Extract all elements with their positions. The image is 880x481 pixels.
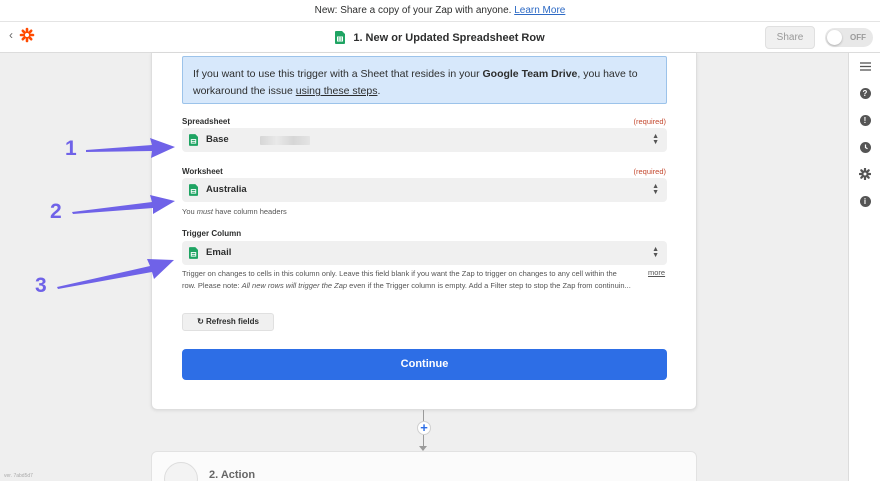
spreadsheet-value: Base bbox=[206, 134, 229, 145]
trigger-help-emphasis: All new rows will trigger the Zap bbox=[241, 281, 348, 290]
select-caret-icon: ▲ ▼ bbox=[652, 183, 659, 196]
help-icon[interactable]: ? bbox=[858, 86, 872, 100]
step-title-text: 1. New or Updated Spreadsheet Row bbox=[353, 31, 545, 44]
worksheet-select[interactable]: Australia ▲ ▼ bbox=[182, 178, 667, 202]
more-link[interactable]: more bbox=[648, 268, 665, 277]
trigger-help-line1: Trigger on changes to cells in this colu… bbox=[182, 269, 617, 278]
trigger-help-line2-after: even if the Trigger column is empty. Add… bbox=[347, 281, 631, 290]
trigger-step-card: If you want to use this trigger with a S… bbox=[151, 53, 697, 410]
gear-icon[interactable] bbox=[858, 167, 872, 181]
info-icon[interactable]: i bbox=[858, 194, 872, 208]
spreadsheet-label: Spreadsheet bbox=[182, 117, 231, 126]
zapier-logo-icon[interactable] bbox=[19, 27, 35, 43]
alert-icon[interactable]: ! bbox=[858, 113, 872, 127]
google-sheets-icon bbox=[189, 184, 198, 196]
worksheet-required: (required) bbox=[633, 167, 666, 176]
worksheet-help-emphasis: must bbox=[196, 207, 214, 216]
clock-icon[interactable] bbox=[858, 140, 872, 154]
annotation-number-2: 2 bbox=[50, 200, 62, 223]
share-button[interactable]: Share bbox=[765, 26, 815, 49]
trigger-help-line2: row. Please note: bbox=[182, 281, 242, 290]
continue-button[interactable]: Continue bbox=[182, 349, 667, 380]
team-drive-info-box: If you want to use this trigger with a S… bbox=[182, 56, 667, 104]
redacted-text bbox=[260, 136, 310, 145]
step-title: 1. New or Updated Spreadsheet Row bbox=[0, 22, 880, 53]
google-sheets-icon bbox=[335, 31, 346, 44]
refresh-fields-label: Refresh fields bbox=[206, 317, 259, 326]
info-text: If you want to use this trigger with a S… bbox=[193, 68, 483, 80]
refresh-fields-button[interactable]: ↻ Refresh fields bbox=[182, 313, 274, 331]
action-step-title: 2. Action bbox=[209, 469, 256, 481]
worksheet-help-text: You must have column headers bbox=[182, 206, 287, 218]
trigger-column-help-text: Trigger on changes to cells in this colu… bbox=[182, 268, 637, 292]
editor-topbar: ‹ 1. New or Updated Spreadsheet Row Shar… bbox=[0, 22, 880, 53]
refresh-icon: ↻ bbox=[197, 317, 204, 326]
google-sheets-icon bbox=[189, 134, 198, 146]
info-bold-text: Google Team Drive bbox=[482, 68, 578, 80]
right-sidebar: ? ! i bbox=[848, 53, 880, 481]
spreadsheet-required: (required) bbox=[633, 117, 666, 126]
spreadsheet-select[interactable]: Base ▲ ▼ bbox=[182, 128, 667, 152]
select-caret-icon: ▲ ▼ bbox=[652, 246, 659, 259]
version-label: ver. 7abd5d7 bbox=[4, 473, 33, 479]
annotation-number-3: 3 bbox=[35, 274, 47, 297]
info-end: . bbox=[377, 85, 381, 97]
learn-more-link[interactable]: Learn More bbox=[514, 5, 565, 16]
toggle-knob bbox=[827, 30, 842, 45]
worksheet-value: Australia bbox=[206, 184, 247, 195]
select-caret-icon: ▲ ▼ bbox=[652, 133, 659, 146]
announcement-banner: New: Share a copy of your Zap with anyon… bbox=[0, 0, 880, 22]
add-step-button[interactable]: + bbox=[417, 421, 431, 435]
chevron-left-icon[interactable]: ‹ bbox=[9, 28, 13, 42]
zap-on-off-toggle[interactable]: OFF bbox=[825, 28, 873, 47]
trigger-column-select[interactable]: Email ▲ ▼ bbox=[182, 241, 667, 265]
trigger-column-value: Email bbox=[206, 247, 232, 258]
worksheet-label: Worksheet bbox=[182, 167, 223, 176]
annotation-number-1: 1 bbox=[65, 137, 77, 160]
action-app-icon bbox=[164, 462, 198, 481]
banner-text: New: Share a copy of your Zap with anyon… bbox=[314, 5, 512, 16]
trigger-column-label: Trigger Column bbox=[182, 229, 242, 238]
action-step-card[interactable]: 2. Action bbox=[151, 451, 697, 481]
menu-icon[interactable] bbox=[858, 59, 872, 73]
worksheet-help-before: You bbox=[182, 207, 197, 216]
toggle-label: OFF bbox=[850, 33, 866, 42]
google-sheets-icon bbox=[189, 247, 198, 259]
using-these-steps-link[interactable]: using these steps bbox=[296, 85, 378, 97]
worksheet-help-after: have column headers bbox=[213, 207, 287, 216]
